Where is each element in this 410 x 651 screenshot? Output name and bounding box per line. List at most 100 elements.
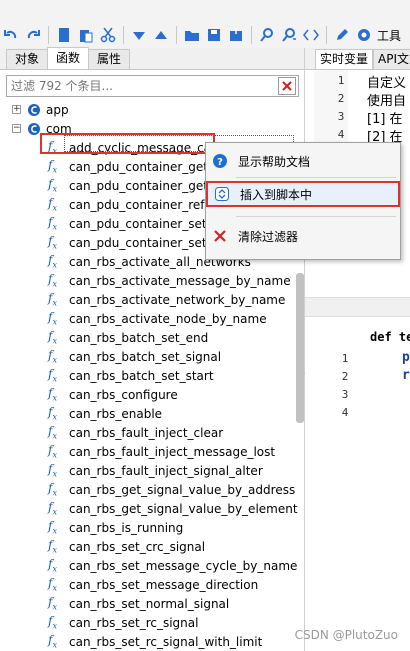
help-icon: ? xyxy=(212,153,228,169)
tree-node-label: can_rbs_activate_node_by_name xyxy=(69,311,267,326)
selected-item-highlight xyxy=(40,133,215,154)
watermark: CSDN @PlutoZuo xyxy=(294,628,398,642)
tree-node-function[interactable]: fx can_pdu_container_set_ xyxy=(48,214,213,233)
tree-node-label: can_rbs_activate_message_by_name xyxy=(69,273,291,288)
open-folder-icon[interactable] xyxy=(182,25,202,45)
tree-node-function[interactable]: fx can_rbs_configure xyxy=(48,385,178,404)
menu-item-show-help[interactable]: ? 显示帮助文档 xyxy=(206,148,400,174)
tools-menu-label[interactable]: 工具 xyxy=(377,27,401,44)
function-icon: fx xyxy=(48,538,57,555)
tree-node-function[interactable]: fx can_pdu_container_get_ xyxy=(48,176,214,195)
tree-node-label: can_rbs_batch_set_signal xyxy=(69,349,222,364)
tree-node-label: can_rbs_get_signal_value_by_address xyxy=(69,482,296,497)
tree-node-label: can_rbs_set_message_direction xyxy=(69,577,259,592)
expand-icon[interactable]: + xyxy=(12,105,21,114)
tree-node-label: can_pdu_container_get_ xyxy=(69,159,214,174)
tree-node-function[interactable]: fx can_rbs_get_signal_value_by_address xyxy=(48,480,295,499)
tab-functions[interactable]: 函数 xyxy=(47,47,90,69)
function-icon: fx xyxy=(48,443,57,460)
code-line-text[interactable]: r xyxy=(402,368,410,383)
code-line-text[interactable]: p xyxy=(402,350,410,365)
doc-line-text: 自定义 xyxy=(367,76,407,91)
tree-node-label: can_rbs_enable xyxy=(69,406,163,421)
code-line-number: 2 xyxy=(341,370,349,383)
tree-node-function[interactable]: fx can_rbs_is_running xyxy=(48,518,183,537)
tab-live-variables[interactable]: 实时变量 xyxy=(315,49,374,69)
svg-text:?: ? xyxy=(217,157,223,168)
menu-item-insert-to-script[interactable]: 插入到脚本中 xyxy=(206,181,400,207)
doc-line-text: 使用自 xyxy=(367,94,407,109)
gear-icon[interactable] xyxy=(354,25,374,45)
tree-node-label: can_rbs_set_normal_signal xyxy=(69,596,230,611)
tree-node-function[interactable]: fx can_rbs_set_rc_signal xyxy=(48,613,198,632)
right-tabs: 实时变量 API文 xyxy=(305,48,410,70)
tree-node-function[interactable]: fx can_rbs_fault_inject_clear xyxy=(48,423,223,442)
menu-item-clear-filter[interactable]: 清除过滤器 xyxy=(206,223,400,249)
tree-node-app[interactable]: + app xyxy=(12,100,69,119)
editor-splitter[interactable] xyxy=(305,297,410,317)
collapse-icon[interactable]: − xyxy=(12,124,21,133)
search-icon[interactable] xyxy=(257,25,277,45)
undo-icon[interactable] xyxy=(1,25,21,45)
move-down-icon[interactable] xyxy=(129,25,149,45)
function-icon: fx xyxy=(48,196,57,213)
tree-node-label: can_rbs_set_rc_signal xyxy=(69,615,199,630)
function-icon: fx xyxy=(48,462,57,479)
tab-properties[interactable]: 属性 xyxy=(88,49,131,69)
function-icon: fx xyxy=(48,291,57,308)
tree-node-function[interactable]: fx can_rbs_batch_set_end xyxy=(48,328,208,347)
function-icon: fx xyxy=(48,386,57,403)
doc-panel: 实时变量 API文 1自定义2使用自3[1] 在4[2] 在在只通 def te… xyxy=(305,48,410,651)
tree-node-function[interactable]: fx can_rbs_activate_network_by_name xyxy=(48,290,285,309)
export-icon[interactable] xyxy=(226,25,246,45)
tree-node-function[interactable]: fx can_pdu_container_set_ xyxy=(48,233,213,252)
toolbar: 工具 xyxy=(0,0,410,48)
cut-icon[interactable] xyxy=(98,25,118,45)
pencil-icon[interactable] xyxy=(332,25,352,45)
paste-icon[interactable] xyxy=(76,25,96,45)
tree-node-function[interactable]: fx can_rbs_fault_inject_message_lost xyxy=(48,442,275,461)
doc-line-text: [1] 在 xyxy=(367,112,403,127)
tree-scrollbar[interactable] xyxy=(296,273,304,423)
replace-icon[interactable] xyxy=(279,25,299,45)
tree-node-function[interactable]: fx can_rbs_activate_message_by_name xyxy=(48,271,291,290)
menu-item-label: 清除过滤器 xyxy=(238,229,299,244)
move-up-icon[interactable] xyxy=(151,25,171,45)
tree-node-label: can_pdu_container_refre xyxy=(69,197,217,212)
new-file-icon[interactable] xyxy=(54,25,74,45)
tree-node-function[interactable]: fx can_rbs_set_normal_signal xyxy=(48,594,229,613)
function-icon: fx xyxy=(48,348,57,365)
function-icon: fx xyxy=(48,367,57,384)
code-header: def te xyxy=(370,330,410,344)
tree-node-function[interactable]: fx can_rbs_get_signal_value_by_element xyxy=(48,499,298,518)
code-format-icon[interactable] xyxy=(301,25,321,45)
context-menu: ? 显示帮助文档 插入到脚本中 清除过滤器 xyxy=(205,142,401,260)
tree-node-label: can_rbs_fault_inject_message_lost xyxy=(69,444,276,459)
function-icon: fx xyxy=(48,557,57,574)
tab-api-docs[interactable]: API文 xyxy=(373,49,410,69)
doc-line-number: 3 xyxy=(337,110,345,123)
tree-node-function[interactable]: fx can_rbs_enable xyxy=(48,404,162,423)
tree-node-function[interactable]: fx can_rbs_set_crc_signal xyxy=(48,537,205,556)
tree-node-label: can_pdu_container_set_ xyxy=(69,216,213,231)
tree-node-function[interactable]: fx can_rbs_set_message_direction xyxy=(48,575,258,594)
tree-node-function[interactable]: fx can_pdu_container_get_ xyxy=(48,157,214,176)
tree-node-function[interactable]: fx can_rbs_fault_inject_signal_alter xyxy=(48,461,263,480)
doc-line-number: 2 xyxy=(337,92,345,105)
close-icon xyxy=(282,81,292,91)
redo-icon[interactable] xyxy=(23,25,43,45)
filter-box xyxy=(6,75,299,97)
tree-node-function[interactable]: fx can_rbs_set_message_cycle_by_name xyxy=(48,556,297,575)
function-icon: fx xyxy=(48,329,57,346)
tree-node-function[interactable]: fx can_rbs_set_rc_signal_with_limit xyxy=(48,632,262,651)
tree-node-label: can_pdu_container_get_ xyxy=(69,178,214,193)
tab-objects[interactable]: 对象 xyxy=(6,49,49,69)
tree-node-function[interactable]: fx can_rbs_batch_set_signal xyxy=(48,347,221,366)
code-line-number: 1 xyxy=(341,352,349,365)
save-icon[interactable] xyxy=(204,25,224,45)
tree-node-function[interactable]: fx can_pdu_container_refre xyxy=(48,195,217,214)
filter-input[interactable] xyxy=(7,76,272,96)
tree-node-function[interactable]: fx can_rbs_batch_set_start xyxy=(48,366,214,385)
tree-node-function[interactable]: fx can_rbs_activate_node_by_name xyxy=(48,309,267,328)
clear-filter-button[interactable] xyxy=(278,77,296,95)
